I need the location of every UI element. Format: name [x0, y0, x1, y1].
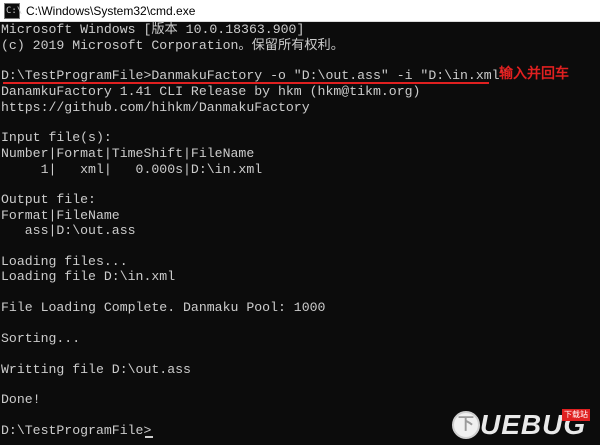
- enter-annotation: 输入并回车: [499, 66, 569, 82]
- console-line: Sorting...: [1, 331, 81, 346]
- console-line: Output file:: [1, 192, 96, 207]
- console-line: Loading file D:\in.xml: [1, 269, 176, 284]
- text-cursor: [145, 436, 153, 438]
- console-line: (c) 2019 Microsoft Corporation。保留所有权利。: [1, 38, 344, 53]
- console-line: Loading files...: [1, 254, 128, 269]
- console-line: Format|FileName: [1, 208, 120, 223]
- command-underline-mark: [3, 82, 489, 84]
- console-line: File Loading Complete. Danmaku Pool: 100…: [1, 300, 326, 315]
- console-line: Microsoft Windows [版本 10.0.18363.900]: [1, 22, 305, 37]
- console-line: DanamkuFactory 1.41 CLI Release by hkm (…: [1, 84, 421, 99]
- window-title: C:\Windows\System32\cmd.exe: [26, 4, 196, 18]
- console-icon: C:\: [4, 3, 23, 19]
- console-line: Number|Format|TimeShift|FileName: [1, 146, 255, 161]
- console-line: Writting file D:\out.ass: [1, 362, 191, 377]
- cmd-window: C:\ C:\Windows\System32\cmd.exe Microsof…: [0, 0, 600, 445]
- console-prompt: D:\TestProgramFile>: [1, 423, 152, 438]
- title-bar[interactable]: C:\ C:\Windows\System32\cmd.exe: [0, 0, 600, 22]
- site-watermark: 下 UEBUG 下载站: [444, 405, 596, 445]
- console-line: 1| xml| 0.000s|D:\in.xml: [1, 162, 263, 177]
- console-line: Done!: [1, 392, 41, 407]
- console-line: ass|D:\out.ass: [1, 223, 136, 238]
- console-line: https://github.com/hihkm/DanmakuFactory: [1, 100, 310, 115]
- watermark-tag: 下载站: [562, 409, 590, 421]
- badge-glyph: 下: [458, 416, 475, 433]
- console-icon-glyph: C:\: [6, 6, 23, 16]
- console-line: Input file(s):: [1, 130, 112, 145]
- console-output[interactable]: Microsoft Windows [版本 10.0.18363.900] (c…: [0, 22, 600, 445]
- download-badge-icon: 下: [452, 411, 480, 439]
